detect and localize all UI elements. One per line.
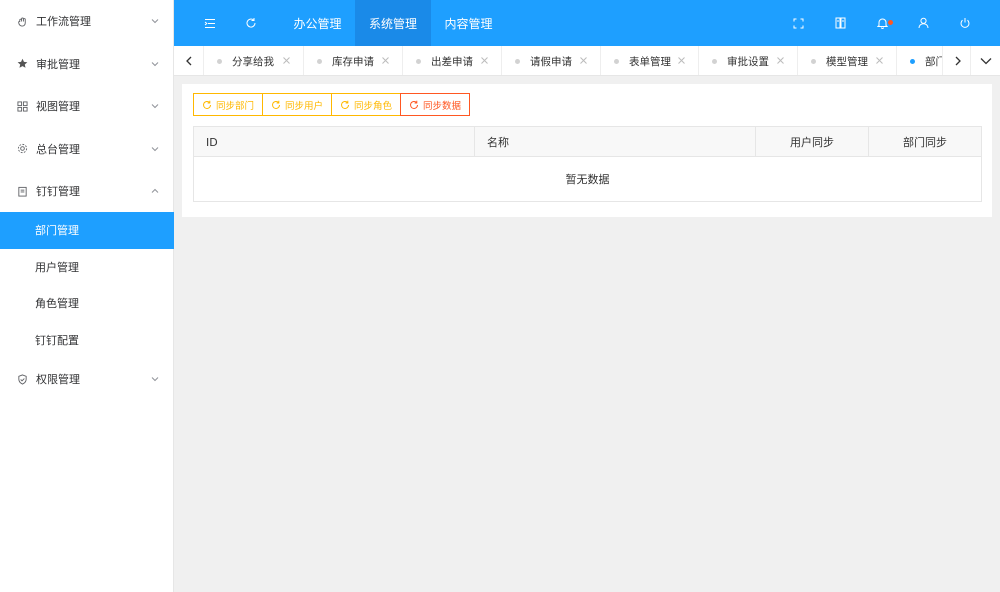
sync-button-group: 同步部门 同步用户 同步角色 同步数据 xyxy=(193,93,471,116)
user-icon[interactable] xyxy=(911,0,935,46)
nav-office[interactable]: 办公管理 xyxy=(280,0,355,46)
chevron-up-icon xyxy=(151,187,159,195)
tab-status-dot xyxy=(614,58,619,64)
tab-label: 分享给我 xyxy=(232,56,274,68)
tabs-next-button[interactable] xyxy=(942,46,972,75)
menu-permission[interactable]: 权限管理 xyxy=(0,358,173,401)
tabs-menu-button[interactable] xyxy=(970,46,1000,75)
table-header: ID 名称 用户同步 部门同步 xyxy=(194,127,981,157)
shield-icon xyxy=(16,373,28,385)
menu-fold-icon[interactable] xyxy=(196,0,224,46)
tab-leave[interactable]: 请假申请 xyxy=(502,46,601,75)
close-icon[interactable] xyxy=(480,56,489,65)
close-icon[interactable] xyxy=(282,56,291,65)
menu-console-label: 总台管理 xyxy=(36,142,80,156)
menu-permission-label: 权限管理 xyxy=(36,373,80,387)
grid-icon xyxy=(16,100,28,112)
gear-icon xyxy=(16,143,28,155)
tab-label: 出差申请 xyxy=(431,56,473,68)
empty-state-text: 暂无数据 xyxy=(565,173,610,186)
menu-console[interactable]: 总台管理 xyxy=(0,128,173,171)
sync-user-button[interactable]: 同步用户 xyxy=(262,93,333,116)
close-icon[interactable] xyxy=(677,56,686,65)
bell-icon[interactable] xyxy=(870,0,894,46)
tab-label: 请假申请 xyxy=(530,56,572,68)
sync-dept-button[interactable]: 同步部门 xyxy=(193,93,264,116)
power-icon[interactable] xyxy=(953,0,977,46)
close-icon[interactable] xyxy=(776,56,785,65)
tabs-prev-button[interactable] xyxy=(174,46,204,75)
menu-workflow[interactable]: 工作流管理 xyxy=(0,0,173,43)
tab-dept[interactable]: 部门管理 xyxy=(897,46,942,75)
menu-approval[interactable]: 审批管理 xyxy=(0,43,173,86)
sync-data-label: 同步数据 xyxy=(423,100,462,112)
hand-icon xyxy=(16,15,28,27)
sidebar: 工作流管理 审批管理 视图管理 总台管理 钉钉管理 部门管理 用户管理 角色管理… xyxy=(0,0,174,592)
refresh-icon xyxy=(203,100,211,109)
submenu-config[interactable]: 钉钉配置 xyxy=(0,322,173,359)
sync-role-label: 同步角色 xyxy=(354,100,393,112)
column-header-user-sync[interactable]: 用户同步 xyxy=(756,127,869,157)
chevron-down-icon xyxy=(151,17,159,25)
tab-approval-settings[interactable]: 审批设置 xyxy=(699,46,798,75)
chevron-down-icon xyxy=(151,60,159,68)
chevron-down-icon xyxy=(151,102,159,110)
column-header-id[interactable]: ID xyxy=(194,127,475,157)
tabs-bar: 分享给我 库存申请 出差申请 请假申请 表单管理 审批设置 模型管理 部 xyxy=(174,46,1000,76)
sync-data-button[interactable]: 同步数据 xyxy=(400,93,471,116)
menu-view-label: 视图管理 xyxy=(36,100,80,114)
tab-status-dot xyxy=(910,58,915,64)
submenu-user[interactable]: 用户管理 xyxy=(0,249,173,286)
chevron-down-icon xyxy=(151,145,159,153)
submenu-role[interactable]: 角色管理 xyxy=(0,285,173,322)
tab-label: 模型管理 xyxy=(826,56,868,68)
star-icon xyxy=(16,58,28,70)
tab-status-dot xyxy=(217,58,222,64)
close-icon[interactable] xyxy=(381,56,390,65)
tabs-track: 分享给我 库存申请 出差申请 请假申请 表单管理 审批设置 模型管理 部 xyxy=(204,46,942,75)
clipboard-icon xyxy=(16,185,28,197)
column-header-dept-sync[interactable]: 部门同步 xyxy=(869,127,981,157)
tab-model[interactable]: 模型管理 xyxy=(798,46,897,75)
sync-role-button[interactable]: 同步角色 xyxy=(331,93,402,116)
menu-approval-label: 审批管理 xyxy=(36,57,80,71)
refresh-icon xyxy=(410,100,419,109)
menu-dingtalk[interactable]: 钉钉管理 xyxy=(0,170,173,213)
refresh-icon xyxy=(272,100,281,109)
sync-user-label: 同步用户 xyxy=(285,100,324,112)
tab-stock[interactable]: 库存申请 xyxy=(304,46,403,75)
tab-form[interactable]: 表单管理 xyxy=(601,46,699,75)
nav-system[interactable]: 系统管理 xyxy=(355,0,431,46)
notification-badge xyxy=(888,20,893,25)
menu-workflow-label: 工作流管理 xyxy=(36,15,91,29)
tab-status-dot xyxy=(515,58,520,64)
close-icon[interactable] xyxy=(579,56,588,65)
sync-dept-label: 同步部门 xyxy=(216,100,255,112)
chevron-down-icon xyxy=(151,375,159,383)
close-icon[interactable] xyxy=(875,56,884,65)
data-table: ID 名称 用户同步 部门同步 暂无数据 xyxy=(193,126,982,202)
tab-status-dot xyxy=(811,58,816,64)
nav-content[interactable]: 内容管理 xyxy=(431,0,506,46)
tab-label: 审批设置 xyxy=(727,56,769,68)
notes-icon[interactable] xyxy=(828,0,852,46)
tab-share[interactable]: 分享给我 xyxy=(204,46,304,75)
tab-label: 表单管理 xyxy=(629,56,671,68)
submenu-dept[interactable]: 部门管理 xyxy=(0,212,174,249)
menu-dingtalk-label: 钉钉管理 xyxy=(36,185,80,199)
menu-view[interactable]: 视图管理 xyxy=(0,85,173,128)
refresh-icon xyxy=(341,100,350,109)
content-card: 同步部门 同步用户 同步角色 同步数据 ID 名称 用户同步 部门同步 暂无数据 xyxy=(182,84,992,217)
tab-status-dot xyxy=(416,58,421,64)
tab-trip[interactable]: 出差申请 xyxy=(403,46,502,75)
fullscreen-icon[interactable] xyxy=(786,0,810,46)
tab-status-dot xyxy=(317,58,322,64)
refresh-icon[interactable] xyxy=(237,0,265,46)
tab-status-dot xyxy=(712,58,717,64)
topbar: 办公管理 系统管理 内容管理 xyxy=(174,0,1000,46)
tab-label: 部门管理 xyxy=(925,56,942,68)
column-header-name[interactable]: 名称 xyxy=(475,127,756,157)
tab-label: 库存申请 xyxy=(332,56,374,68)
